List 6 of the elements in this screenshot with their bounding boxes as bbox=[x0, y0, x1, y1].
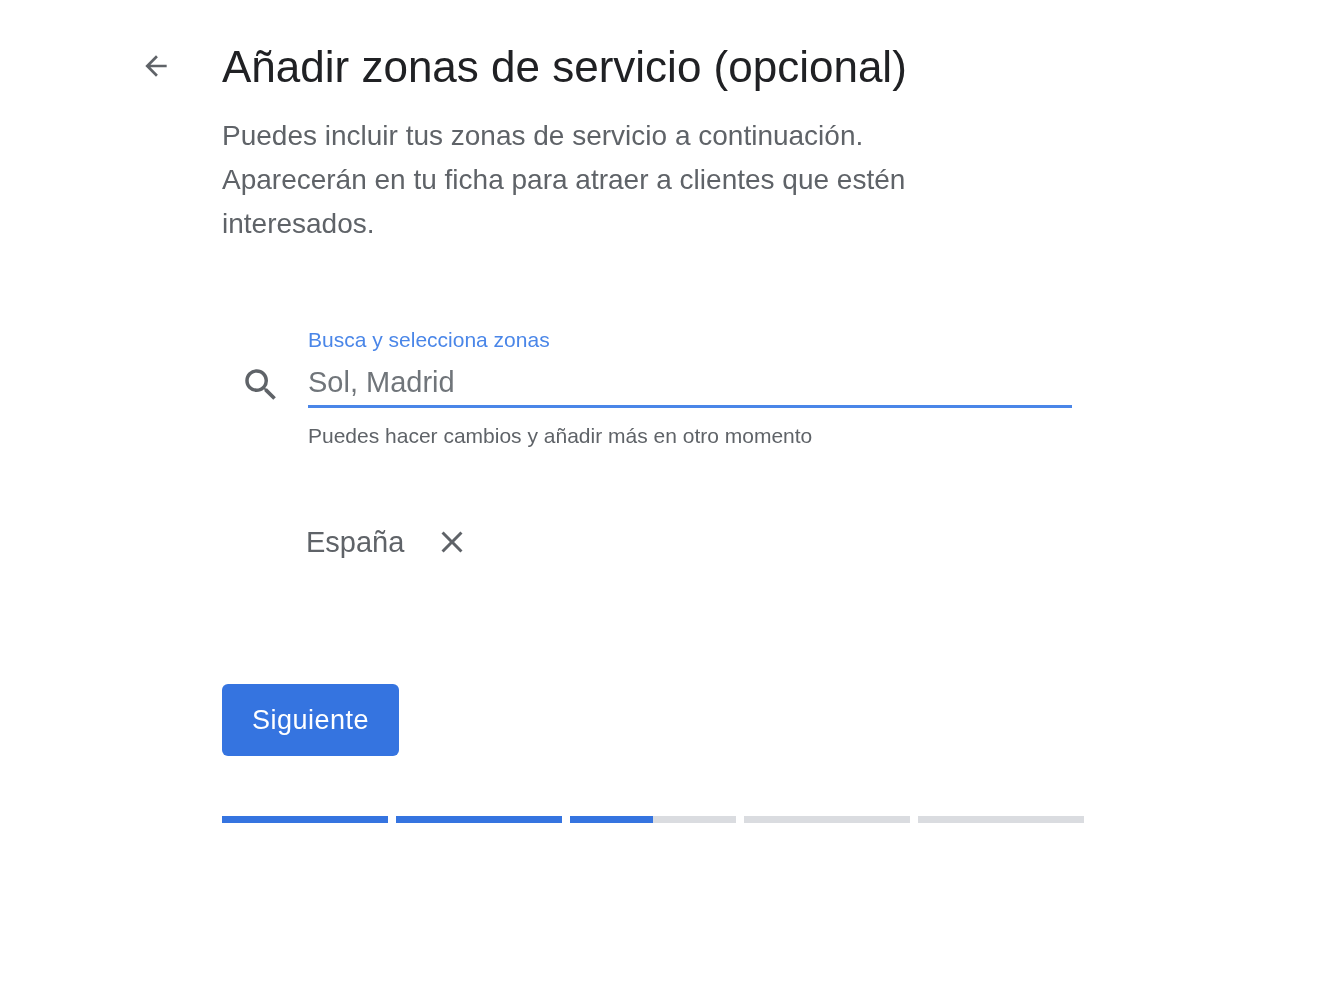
area-label: España bbox=[306, 525, 405, 559]
description: Puedes incluir tus zonas de servicio a continuación. Aparecerán en tu ficha para atraer a clientes que estén interesados. bbox=[222, 119, 907, 241]
field-label: Busca y selecciona zonas bbox=[308, 327, 551, 353]
helper-text: Puedes hacer cambios y añadir más en otro momento bbox=[308, 424, 814, 448]
page-title: Añadir zonas de servicio (opcional) bbox=[222, 41, 908, 93]
next-button[interactable]: Siguiente bbox=[222, 684, 400, 756]
